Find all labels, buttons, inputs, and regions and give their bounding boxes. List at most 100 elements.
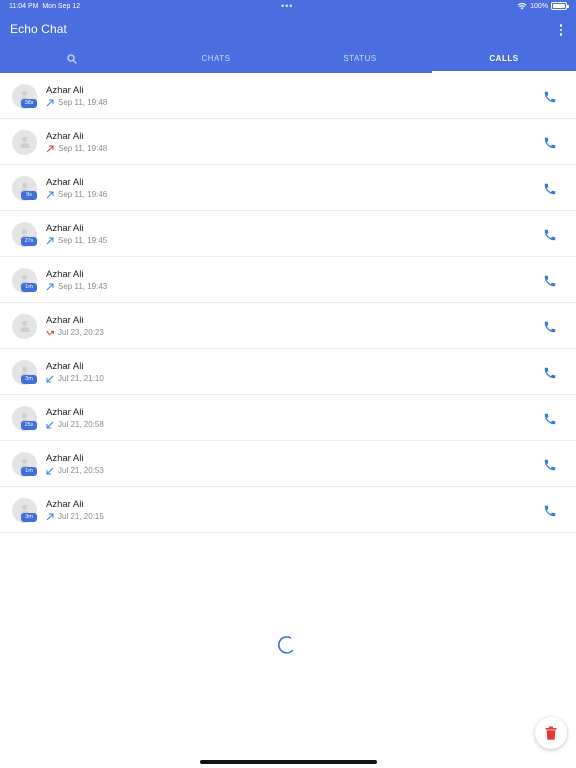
phone-icon: [543, 91, 557, 108]
call-back-button[interactable]: [543, 458, 557, 472]
incoming-call-arrow-icon: [46, 467, 54, 475]
call-back-button[interactable]: [543, 320, 557, 334]
phone-icon: [543, 229, 557, 246]
call-meta: Sep 11, 19:45: [46, 236, 107, 245]
call-duration-badge: 3m: [21, 513, 37, 522]
caller-name: Azhar Ali: [46, 223, 84, 234]
tab-bar: CHATS STATUS CALLS: [0, 44, 576, 73]
call-duration-badge: 38s: [21, 99, 37, 108]
phone-icon: [543, 505, 557, 522]
call-duration-badge: 27s: [21, 237, 37, 246]
call-time: Sep 11, 19:45: [58, 236, 108, 245]
call-row[interactable]: 25s Azhar Ali Jul 21, 20:58: [0, 395, 576, 441]
phone-icon: [543, 321, 557, 338]
tab-calls[interactable]: CALLS: [432, 44, 576, 73]
call-row[interactable]: Azhar Ali Sep 11, 19:48: [0, 119, 576, 165]
call-meta: Sep 11, 19:43: [46, 282, 107, 291]
call-time: Jul 21, 20:15: [58, 512, 104, 521]
caller-name: Azhar Ali: [46, 131, 84, 142]
person-icon: [22, 367, 27, 372]
wifi-icon: [517, 3, 527, 10]
battery-percent: 100%: [530, 2, 548, 10]
multitask-dots-icon[interactable]: •••: [281, 1, 293, 11]
call-meta: Jul 23, 20:23: [46, 328, 104, 337]
tab-status[interactable]: STATUS: [288, 44, 432, 73]
trash-icon: [545, 726, 557, 740]
call-list: 38s Azhar Ali Sep 11, 19:48 Azhar Ali Se…: [0, 73, 576, 533]
call-duration-badge: 1m: [21, 467, 37, 476]
call-time: Sep 11, 19:46: [58, 190, 108, 199]
call-meta: Jul 21, 20:58: [46, 420, 104, 429]
home-indicator: [200, 760, 377, 764]
phone-icon: [543, 275, 557, 292]
call-time: Sep 11, 19:48: [58, 144, 108, 153]
outgoing-call-arrow-icon: [46, 237, 54, 245]
person-icon: [22, 413, 27, 418]
call-back-button[interactable]: [543, 228, 557, 242]
person-icon-body: [19, 327, 30, 332]
call-back-button[interactable]: [543, 182, 557, 196]
tab-chats[interactable]: CHATS: [144, 44, 288, 73]
call-back-button[interactable]: [543, 274, 557, 288]
call-back-button[interactable]: [543, 136, 557, 150]
more-options-icon[interactable]: [556, 23, 566, 37]
incoming-call-arrow-icon: [46, 421, 54, 429]
call-row[interactable]: 38s Azhar Ali Sep 11, 19:48: [0, 73, 576, 119]
battery-icon: [551, 2, 569, 10]
caller-name: Azhar Ali: [46, 177, 84, 188]
phone-icon: [543, 183, 557, 200]
call-time: Jul 21, 21:10: [58, 374, 104, 383]
phone-icon: [543, 137, 557, 154]
call-time: Sep 11, 19:43: [58, 282, 108, 291]
status-bar: 11:04 PM Mon Sep 12 ••• 100%: [0, 0, 576, 14]
outgoing-call-arrow-icon: [46, 283, 54, 291]
caller-name: Azhar Ali: [46, 407, 84, 418]
call-back-button[interactable]: [543, 412, 557, 426]
status-time: 11:04 PM Mon Sep 12: [9, 3, 81, 10]
call-meta: Sep 11, 19:48: [46, 144, 107, 153]
call-back-button[interactable]: [543, 366, 557, 380]
phone-icon: [543, 459, 557, 476]
call-meta: Jul 21, 21:10: [46, 374, 104, 383]
person-icon-body: [19, 143, 30, 148]
avatar[interactable]: [12, 314, 37, 339]
caller-name: Azhar Ali: [46, 269, 84, 280]
outgoing-call-arrow-icon: [46, 99, 54, 107]
call-row[interactable]: 1m Azhar Ali Sep 11, 19:43: [0, 257, 576, 303]
loading-spinner-icon: [278, 636, 294, 654]
call-row[interactable]: 3m Azhar Ali Jul 21, 20:15: [0, 487, 576, 533]
tab-search[interactable]: [0, 44, 144, 73]
person-icon: [22, 505, 27, 510]
person-icon: [22, 275, 27, 280]
person-icon: [22, 91, 27, 96]
call-time: Jul 21, 20:53: [58, 466, 104, 475]
delete-call-log-button[interactable]: [535, 717, 567, 749]
person-icon: [22, 183, 27, 188]
phone-icon: [543, 367, 557, 384]
caller-name: Azhar Ali: [46, 85, 84, 96]
call-meta: Jul 21, 20:53: [46, 466, 104, 475]
person-icon: [22, 229, 27, 234]
avatar[interactable]: [12, 130, 37, 155]
app-header: 11:04 PM Mon Sep 12 ••• 100% Echo Chat C…: [0, 0, 576, 73]
missed-call-icon: [46, 329, 55, 337]
call-row[interactable]: 3m Azhar Ali Jul 21, 21:10: [0, 349, 576, 395]
call-row[interactable]: 9s Azhar Ali Sep 11, 19:46: [0, 165, 576, 211]
call-back-button[interactable]: [543, 504, 557, 518]
outgoing-call-arrow-icon: [46, 513, 54, 521]
call-row[interactable]: Azhar Ali Jul 23, 20:23: [0, 303, 576, 349]
status-right: 100%: [517, 2, 569, 10]
call-back-button[interactable]: [543, 90, 557, 104]
search-icon: [67, 53, 77, 64]
incoming-call-arrow-icon: [46, 375, 54, 383]
call-time: Jul 21, 20:58: [58, 420, 104, 429]
call-duration-badge: 9s: [21, 191, 37, 200]
call-row[interactable]: 27s Azhar Ali Sep 11, 19:45: [0, 211, 576, 257]
outgoing-unanswered-arrow-icon: [46, 145, 54, 153]
call-row[interactable]: 1m Azhar Ali Jul 21, 20:53: [0, 441, 576, 487]
caller-name: Azhar Ali: [46, 453, 84, 464]
person-icon: [22, 459, 27, 464]
outgoing-call-arrow-icon: [46, 191, 54, 199]
caller-name: Azhar Ali: [46, 361, 84, 372]
call-meta: Jul 21, 20:15: [46, 512, 104, 521]
